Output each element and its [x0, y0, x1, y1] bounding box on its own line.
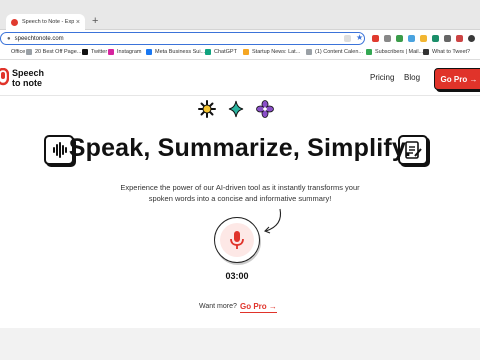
extension-green-icon[interactable] — [396, 35, 403, 42]
extension-puzzle-icon[interactable] — [444, 35, 451, 42]
purple-flower-icon — [256, 100, 274, 118]
bookmark-favicon-icon — [366, 49, 372, 55]
recording-timer: 03:00 — [225, 271, 249, 281]
logo-text[interactable]: Speech to note — [12, 68, 52, 88]
bookmark-label: 20 Best Off Page... — [35, 49, 82, 55]
mic-button-inner — [220, 223, 254, 257]
url-bar[interactable]: ● speechtonote.com — [0, 32, 365, 45]
bookmark-favicon-icon — [205, 49, 211, 55]
close-tab-icon[interactable]: × — [76, 19, 80, 26]
nav-pricing-link[interactable]: Pricing — [370, 73, 394, 82]
lock-icon[interactable]: ● — [7, 36, 11, 42]
bookmark-item[interactable]: (1) Content Calen... — [306, 49, 363, 55]
profile-avatar-icon[interactable] — [468, 35, 475, 42]
bookmark-label: (1) Content Calen... — [315, 49, 363, 55]
hero-description: Experience the power of our AI-driven to… — [120, 183, 360, 203]
header-go-pro-button[interactable]: Go Pro → — [434, 68, 480, 90]
extension-yellow-icon[interactable] — [420, 35, 427, 42]
extension-grammarly-icon[interactable] — [432, 35, 439, 42]
bookmark-item[interactable]: What to Tweet? — [423, 49, 470, 55]
bookmark-label: Instagram — [117, 49, 142, 55]
url-text: speechtonote.com — [14, 35, 64, 42]
extension-u-icon[interactable] — [384, 35, 391, 42]
bookmark-favicon-icon — [108, 49, 114, 55]
bookmark-favicon-icon — [146, 49, 152, 55]
tab-title: Speech to Note - Experience — [22, 19, 74, 25]
bookmark-label: Office — [11, 49, 26, 55]
new-tab-button[interactable]: + — [92, 16, 98, 27]
browser-window: Speech to Note - Experience × + ● speech… — [0, 0, 480, 360]
tab-bar: Speech to Note - Experience × + — [0, 0, 480, 30]
site-favicon-icon — [11, 18, 18, 26]
microphone-icon — [230, 231, 244, 249]
record-mic-button[interactable] — [214, 217, 260, 263]
hero-headline: Speak, Summarize, Simplify. — [68, 134, 412, 162]
share-icon[interactable] — [344, 35, 351, 42]
bookmark-favicon-icon — [306, 49, 312, 55]
bookmark-favicon-icon — [423, 49, 429, 55]
bookmark-item[interactable]: Office — [2, 49, 25, 55]
bookmark-favicon-icon — [2, 49, 8, 55]
bookmark-item[interactable]: Twitter — [82, 49, 107, 55]
bookmark-label: What to Tweet? — [432, 49, 471, 55]
bookmark-label: Twitter — [91, 49, 108, 55]
extension-shield-icon[interactable] — [372, 35, 379, 42]
bookmark-item[interactable]: ChatGPT — [205, 49, 237, 55]
bookmark-item[interactable]: Meta Business Sui... — [146, 49, 205, 55]
nav-blog-link[interactable]: Blog — [404, 73, 420, 82]
go-pro-link[interactable]: Go Pro → — [240, 302, 277, 313]
bookmark-star-icon[interactable]: ★ — [356, 34, 363, 42]
logo-line-2: to note — [12, 77, 42, 88]
bookmark-item[interactable]: Subscribers | Mail... — [366, 49, 423, 55]
bookmark-favicon-icon — [82, 49, 88, 55]
page-bottom-area — [0, 328, 480, 360]
sparkle-star-icon — [228, 100, 244, 118]
curved-arrow-icon — [264, 208, 282, 234]
sunflower-icon — [198, 100, 216, 118]
bookmark-label: Startup News: Lat... — [252, 49, 301, 55]
bookmark-favicon-icon — [26, 49, 32, 55]
want-more-text: Want more? — [199, 303, 237, 310]
bookmark-item[interactable]: Instagram — [108, 49, 141, 55]
bookmark-label: ChatGPT — [214, 49, 237, 55]
bookmark-label: Subscribers | Mail... — [375, 49, 424, 55]
bookmark-item[interactable]: 20 Best Off Page... — [26, 49, 81, 55]
bookmark-favicon-icon — [243, 49, 249, 55]
bookmark-item[interactable]: Startup News: Lat... — [243, 49, 300, 55]
browser-tab[interactable]: Speech to Note - Experience × — [6, 14, 85, 30]
extension-red-icon[interactable] — [456, 35, 463, 42]
bookmark-label: Meta Business Sui... — [155, 49, 206, 55]
logo-mic-icon[interactable] — [0, 68, 9, 86]
extension-blue-icon[interactable] — [408, 35, 415, 42]
